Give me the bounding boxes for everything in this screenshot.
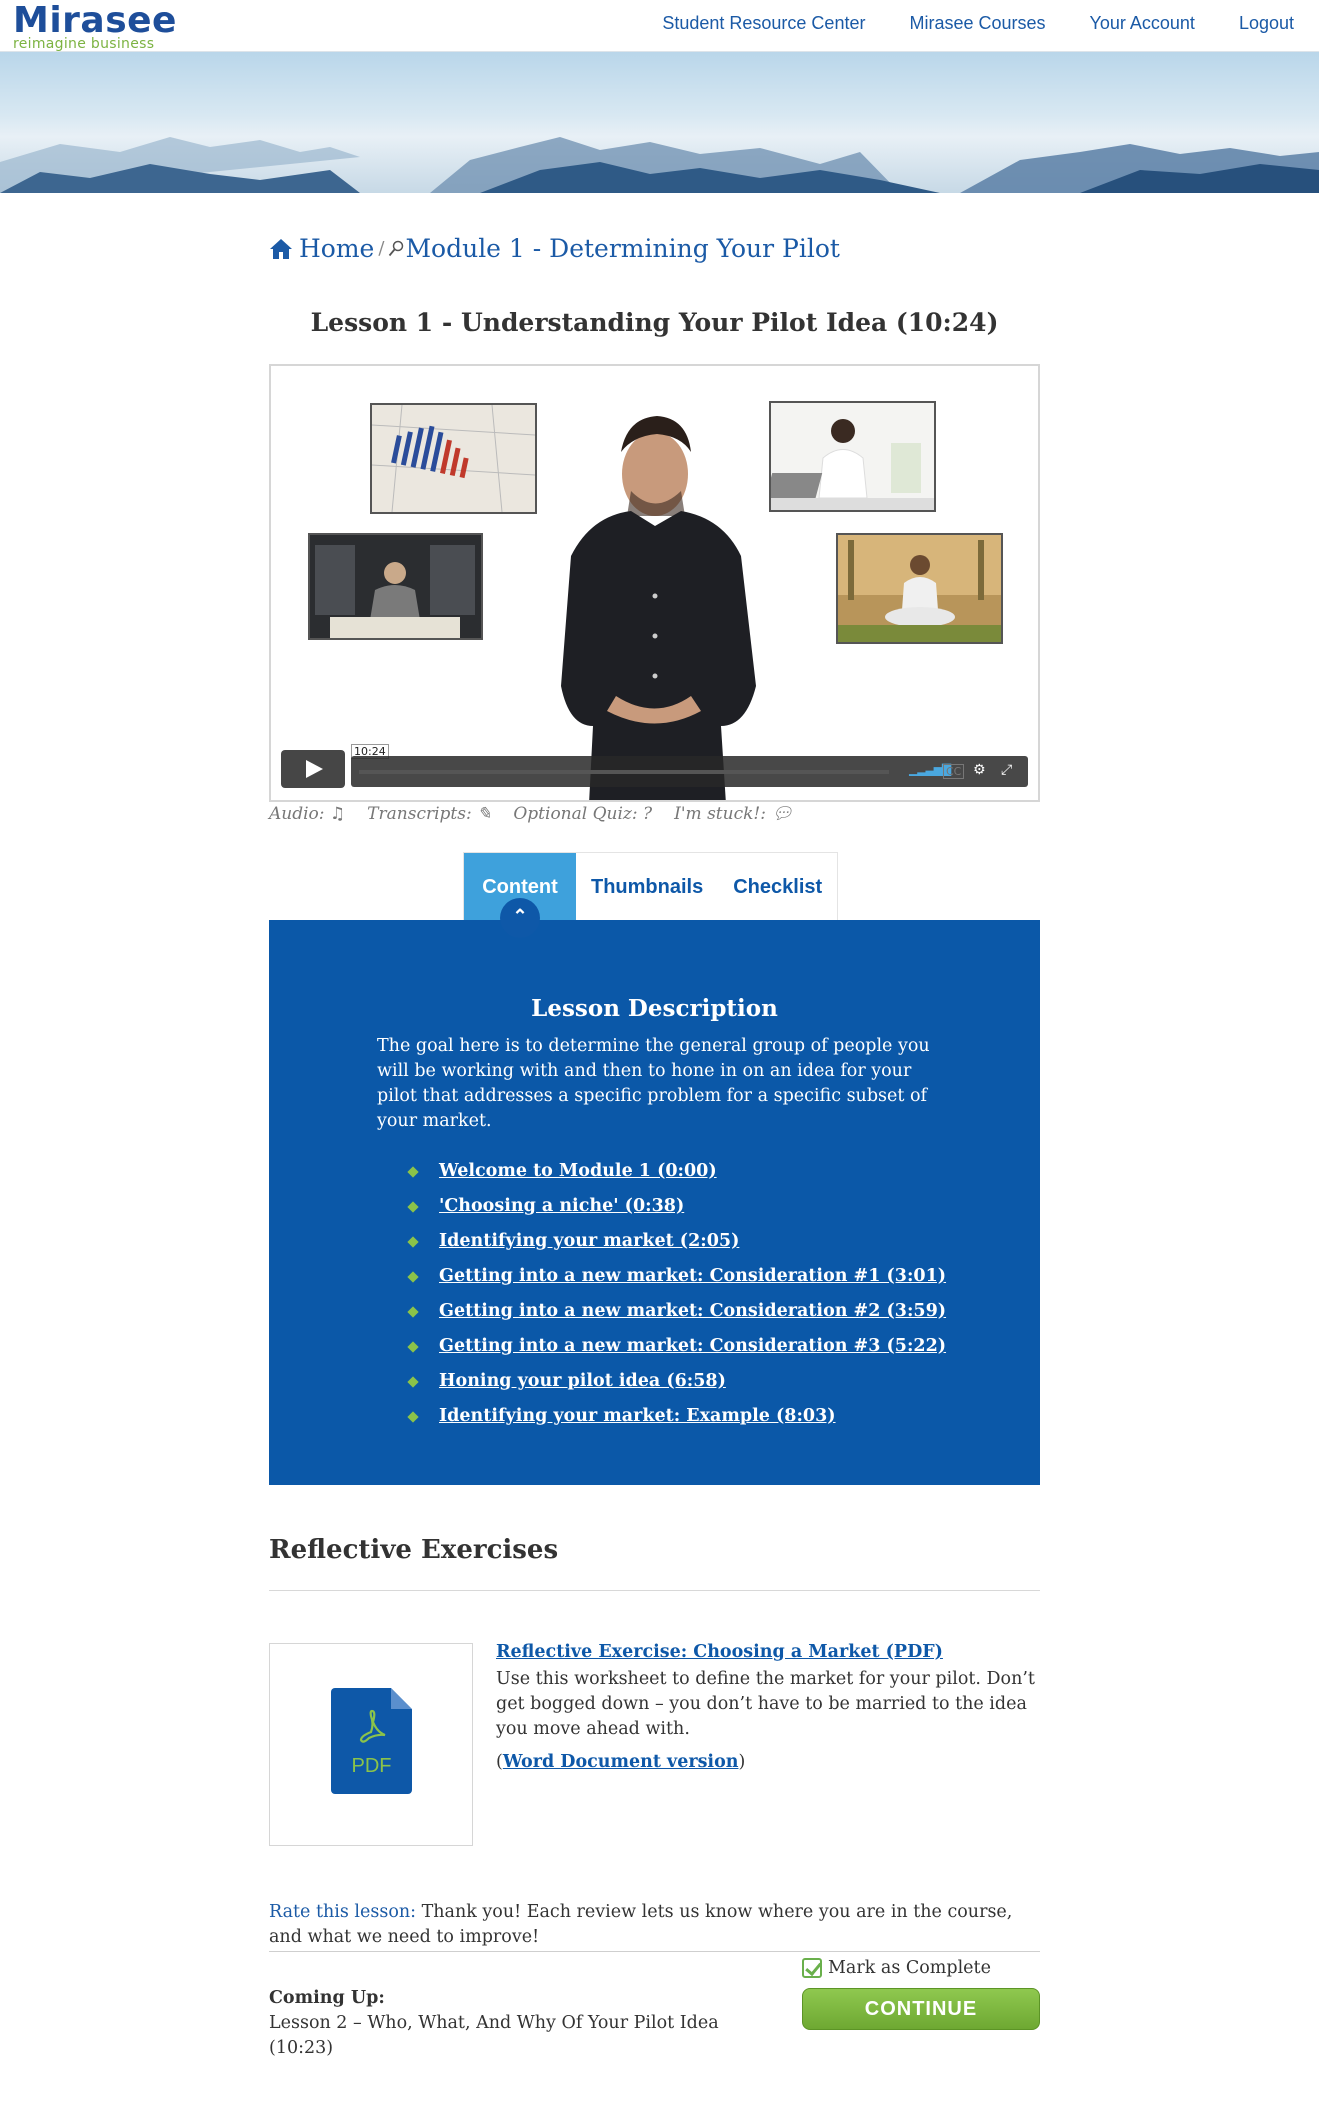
chapter-link[interactable]: 'Choosing a niche' (0:38) [439,1189,684,1224]
nav-your-account[interactable]: Your Account [1090,13,1195,34]
list-item: Welcome to Module 1 (0:00) [407,1154,946,1189]
bullet-icon [407,1235,419,1248]
question-icon: ? [643,804,653,824]
list-item: Identifying your market (2:05) [407,1224,946,1259]
nav-logout[interactable]: Logout [1239,13,1294,34]
gear-icon[interactable]: ⚙ [973,762,986,778]
chapter-list: Welcome to Module 1 (0:00) 'Choosing a n… [407,1154,946,1434]
chapter-link[interactable]: Identifying your market (2:05) [439,1224,739,1259]
quiz-link[interactable]: Optional Quiz: ? [513,804,652,824]
tab-checklist[interactable]: Checklist [718,853,837,920]
video-presenter [561,416,756,800]
home-icon[interactable] [269,238,293,260]
acrobat-icon [359,1709,386,1743]
video-player[interactable]: 10:24 ▁▂▃▅▇ CC ⚙ ⤢ [269,364,1040,802]
mirasee-logo[interactable]: Mirasee reimagine business [13,0,177,52]
list-item: Getting into a new market: Consideration… [407,1259,946,1294]
nav-student-resource-center[interactable]: Student Resource Center [662,13,865,34]
list-item: Honing your pilot idea (6:58) [407,1364,946,1399]
paren-close: ) [738,1752,746,1772]
continue-button[interactable]: CONTINUE [802,1988,1040,2030]
stuck-link[interactable]: I'm stuck!: 💬︎ [674,804,793,824]
chevron-up-icon: ⌃ [500,898,540,938]
breadcrumb: Home / Module 1 - Determining Your Pilot [269,234,840,263]
breadcrumb-separator: / [378,238,385,259]
word-version-line: (Word Document version) [496,1752,745,1772]
lesson-description-title: Lesson Description [531,995,778,1022]
coming-up-label: Coming Up: [269,1988,385,2008]
pencil-icon: ✎ [477,804,492,824]
chapter-link[interactable]: Identifying your market: Example (8:03) [439,1399,836,1434]
chapter-link[interactable]: Getting into a new market: Consideration… [439,1294,946,1329]
lesson-title: Lesson 1 - Understanding Your Pilot Idea… [310,308,999,337]
pdf-label: PDF [351,1755,392,1777]
transcripts-link[interactable]: Transcripts: ✎ [367,804,491,824]
top-nav: Student Resource Center Mirasee Courses … [662,13,1294,34]
nav-mirasee-courses[interactable]: Mirasee Courses [909,13,1045,34]
video-control-bar: ▁▂▃▅▇ CC ⚙ ⤢ [351,756,1028,787]
lesson-tabs: Content ⌃ Thumbnails Checklist [463,852,839,938]
rate-label[interactable]: Rate this lesson: [269,1902,416,1922]
media-links: Audio: ♫ Transcripts: ✎ Optional Quiz: ?… [269,804,793,824]
top-bar: Mirasee reimagine business Student Resou… [0,0,1319,52]
breadcrumb-module[interactable]: Module 1 - Determining Your Pilot [405,234,840,263]
mark-complete-label: Mark as Complete [828,1958,991,1978]
rate-lesson: Rate this lesson: Thank you! Each review… [269,1900,1040,1950]
coming-up-text: Lesson 2 – Who, What, And Why Of Your Pi… [269,2013,719,2058]
bullet-icon [407,1165,419,1178]
video-scrubber[interactable] [359,770,889,774]
audio-link[interactable]: Audio: ♫ [269,804,345,824]
chapter-link[interactable]: Getting into a new market: Consideration… [439,1259,946,1294]
video-controls: 10:24 ▁▂▃▅▇ CC ⚙ ⤢ [281,744,1028,788]
quiz-label: Optional Quiz: [513,804,638,824]
logo-word: Mirasee [13,0,177,41]
stuck-label: I'm stuck!: [674,804,766,824]
reflective-exercises-heading: Reflective Exercises [269,1535,559,1565]
fullscreen-icon[interactable]: ⤢ [1001,762,1012,778]
checkbox-checked-icon[interactable] [802,1958,822,1978]
coming-up: Coming Up: Lesson 2 – Who, What, And Why… [269,1986,739,2061]
exercise-description: Use this worksheet to define the market … [496,1669,1035,1739]
search-icon [389,240,404,256]
word-document-link[interactable]: Word Document version [503,1752,739,1772]
logo-tagline: reimagine business [13,36,155,52]
exercise-pdf-link[interactable]: Reflective Exercise: Choosing a Market (… [496,1642,943,1662]
chapter-link[interactable]: Getting into a new market: Consideration… [439,1329,946,1364]
list-item: Identifying your market: Example (8:03) [407,1399,946,1434]
pdf-card[interactable]: PDF [269,1643,473,1846]
bullet-icon [407,1375,419,1388]
mark-complete[interactable]: Mark as Complete [802,1958,991,1978]
list-item: Getting into a new market: Consideration… [407,1294,946,1329]
mountain-banner [0,52,1319,193]
captions-icon[interactable]: CC [943,764,965,779]
chat-icon: 💬︎ [771,804,793,824]
breadcrumb-home[interactable]: Home [299,234,374,263]
chapter-link[interactable]: Welcome to Module 1 (0:00) [439,1154,717,1189]
divider [269,1590,1040,1591]
list-item: 'Choosing a niche' (0:38) [407,1189,946,1224]
music-icon: ♫ [329,804,346,824]
bullet-icon [407,1270,419,1283]
tab-content-label: Content [482,876,558,898]
paren-open: ( [496,1752,503,1772]
tab-thumbnails[interactable]: Thumbnails [576,853,718,920]
transcripts-label: Transcripts: [367,804,472,824]
tab-content[interactable]: Content ⌃ [464,853,576,938]
bullet-icon [407,1340,419,1353]
list-item: Getting into a new market: Consideration… [407,1329,946,1364]
lesson-description: The goal here is to determine the genera… [377,1036,930,1131]
play-button[interactable] [281,750,345,788]
bullet-icon [407,1200,419,1213]
bullet-icon [407,1410,419,1423]
chapter-link[interactable]: Honing your pilot idea (6:58) [439,1364,726,1399]
audio-label: Audio: [269,804,325,824]
divider [269,1951,1040,1952]
content-panel: Lesson Description The goal here is to d… [269,920,1040,1485]
pdf-fold [391,1688,412,1709]
bullet-icon [407,1305,419,1318]
